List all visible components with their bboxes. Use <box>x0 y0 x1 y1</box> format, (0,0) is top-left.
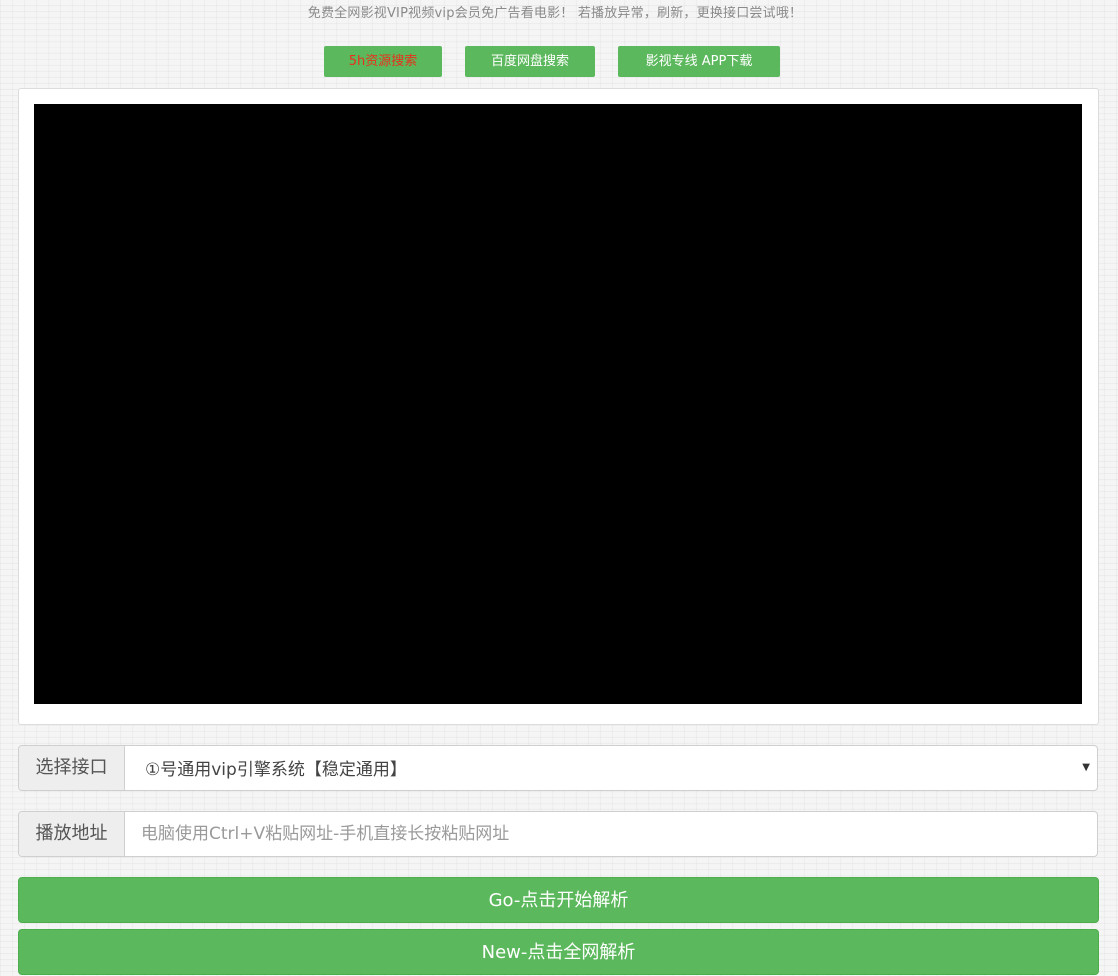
video-player[interactable] <box>34 104 1082 704</box>
interface-label: 选择接口 <box>19 746 125 790</box>
caret-down-icon[interactable]: ▼ <box>1082 746 1090 790</box>
5h-search-button[interactable]: 5h资源搜索 <box>324 46 442 77</box>
url-label: 播放地址 <box>19 812 125 856</box>
url-field-row: 播放地址 <box>18 811 1098 857</box>
new-parse-button[interactable]: New-点击全网解析 <box>18 929 1099 975</box>
interface-select[interactable]: 选择接口 ①号通用vip引擎系统【稳定通用】 ▼ <box>18 745 1098 791</box>
player-panel <box>18 88 1099 725</box>
url-input[interactable] <box>125 812 1095 856</box>
go-parse-button[interactable]: Go-点击开始解析 <box>18 877 1099 923</box>
baidu-search-button[interactable]: 百度网盘搜索 <box>465 46 595 77</box>
notice-text: 免费全网影视VIP视频vip会员免广告看电影！ 若播放异常，刷新，更换接口尝试哦… <box>0 2 1110 21</box>
app-download-button[interactable]: 影视专线 APP下载 <box>618 46 780 77</box>
interface-selected-value[interactable]: ①号通用vip引擎系统【稳定通用】 <box>145 746 407 790</box>
